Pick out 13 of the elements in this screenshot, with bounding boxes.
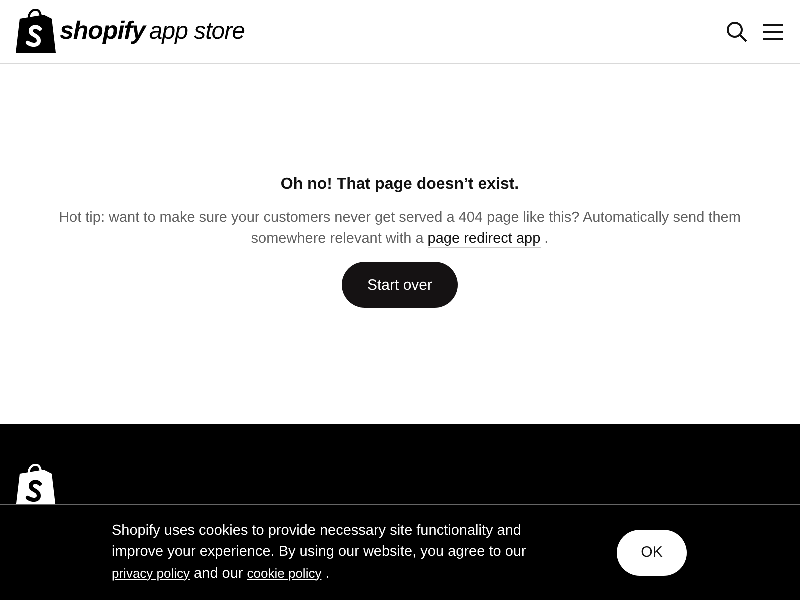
text-link[interactable]: cookie policy — [247, 566, 322, 580]
tip-paragraph: Hot tip: want to make sure your customers never get served a 404 page like this? Automatically send them somewhere relevant with a page redirect app . — [58, 209, 742, 250]
search-icon[interactable] — [726, 20, 748, 42]
text-link[interactable]: privacy policy — [112, 566, 190, 580]
menu-icon[interactable] — [762, 22, 784, 40]
shopping-bag-logo-icon — [16, 8, 56, 54]
cookie-message: Shopify uses cookies to provide necessary site functionality and improve your experience. By using our website, you agree to our privacy policy and our cookie policy . — [112, 522, 528, 584]
error-heading: Oh no! That page doesn’t exist. — [280, 176, 520, 194]
text-link[interactable]: page redirect app — [428, 231, 541, 248]
logo-wordmark[interactable]: shopify — [60, 17, 146, 46]
start-over-button[interactable]: Start over — [342, 262, 458, 308]
ok-button[interactable]: OK — [617, 530, 687, 576]
logo-subtitle[interactable]: app store — [149, 18, 245, 46]
